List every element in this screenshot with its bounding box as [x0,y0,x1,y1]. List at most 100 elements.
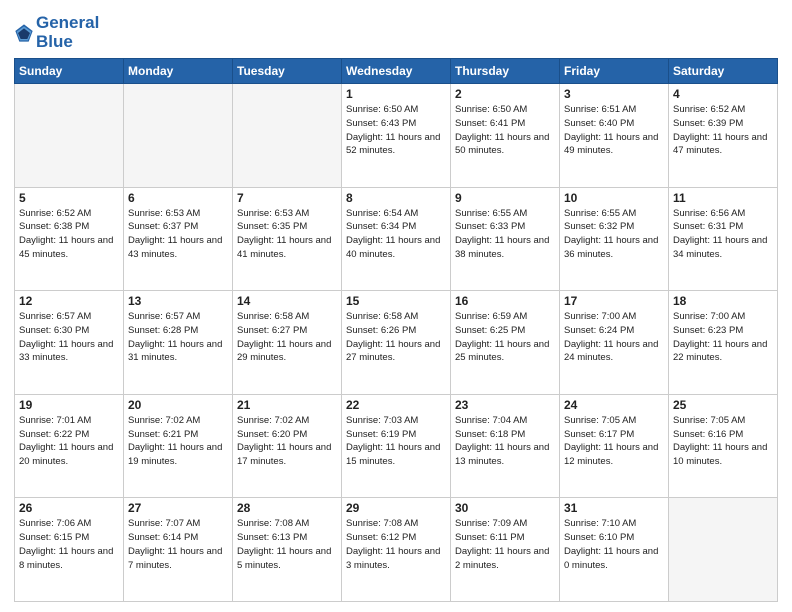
calendar-cell [124,84,233,188]
logo: General Blue [14,14,99,52]
day-number: 7 [237,191,337,205]
day-number: 25 [673,398,773,412]
calendar-cell: 1 Sunrise: 6:50 AMSunset: 6:43 PMDaylight… [342,84,451,188]
day-info: Sunrise: 7:00 AMSunset: 6:24 PMDaylight:… [564,310,664,365]
day-number: 20 [128,398,228,412]
day-info: Sunrise: 6:58 AMSunset: 6:27 PMDaylight:… [237,310,337,365]
weekday-header-monday: Monday [124,59,233,84]
calendar-cell: 13Sunrise: 6:57 AMSunset: 6:28 PMDayligh… [124,291,233,395]
calendar-week-2: 5 Sunrise: 6:52 AMSunset: 6:38 PMDaylight… [15,187,778,291]
calendar-cell: 28 Sunrise: 7:08 AMSunset: 6:13 PMDayligh… [233,498,342,602]
day-number: 6 [128,191,228,205]
calendar-cell [15,84,124,188]
day-number: 30 [455,501,555,515]
calendar-cell: 16 Sunrise: 6:59 AMSunset: 6:25 PMDayligh… [451,291,560,395]
day-info: Sunrise: 7:06 AMSunset: 6:15 PMDaylight:… [19,517,119,572]
weekday-header-tuesday: Tuesday [233,59,342,84]
day-number: 16 [455,294,555,308]
header: General Blue [14,10,778,52]
day-info: Sunrise: 7:10 AMSunset: 6:10 PMDaylight:… [564,517,664,572]
weekday-header-saturday: Saturday [669,59,778,84]
day-info: Sunrise: 7:00 AMSunset: 6:23 PMDaylight:… [673,310,773,365]
calendar-table: SundayMondayTuesdayWednesdayThursdayFrid… [14,58,778,602]
calendar-cell [669,498,778,602]
calendar-page: General Blue SundayMondayTuesdayWednesda… [0,0,792,612]
weekday-header-friday: Friday [560,59,669,84]
day-info: Sunrise: 6:53 AMSunset: 6:37 PMDaylight:… [128,207,228,262]
calendar-cell: 31 Sunrise: 7:10 AMSunset: 6:10 PMDayligh… [560,498,669,602]
logo-icon [14,23,34,43]
day-info: Sunrise: 6:58 AMSunset: 6:26 PMDaylight:… [346,310,446,365]
day-number: 12 [19,294,119,308]
day-info: Sunrise: 6:53 AMSunset: 6:35 PMDaylight:… [237,207,337,262]
calendar-cell: 12 Sunrise: 6:57 AMSunset: 6:30 PMDayligh… [15,291,124,395]
day-number: 24 [564,398,664,412]
day-info: Sunrise: 6:57 AMSunset: 6:28 PMDaylight:… [128,310,228,365]
day-info: Sunrise: 6:54 AMSunset: 6:34 PMDaylight:… [346,207,446,262]
calendar-cell: 24 Sunrise: 7:05 AMSunset: 6:17 PMDayligh… [560,394,669,498]
day-info: Sunrise: 6:59 AMSunset: 6:25 PMDaylight:… [455,310,555,365]
day-number: 4 [673,87,773,101]
calendar-cell: 9 Sunrise: 6:55 AMSunset: 6:33 PMDaylight… [451,187,560,291]
calendar-cell: 8 Sunrise: 6:54 AMSunset: 6:34 PMDaylight… [342,187,451,291]
calendar-cell: 23 Sunrise: 7:04 AMSunset: 6:18 PMDayligh… [451,394,560,498]
day-number: 17 [564,294,664,308]
day-number: 3 [564,87,664,101]
calendar-cell [233,84,342,188]
day-info: Sunrise: 6:52 AMSunset: 6:38 PMDaylight:… [19,207,119,262]
day-info: Sunrise: 6:55 AMSunset: 6:32 PMDaylight:… [564,207,664,262]
calendar-cell: 11Sunrise: 6:56 AMSunset: 6:31 PMDayligh… [669,187,778,291]
day-number: 27 [128,501,228,515]
calendar-cell: 18Sunrise: 7:00 AMSunset: 6:23 PMDayligh… [669,291,778,395]
day-info: Sunrise: 7:01 AMSunset: 6:22 PMDaylight:… [19,414,119,469]
weekday-header-sunday: Sunday [15,59,124,84]
weekday-header-thursday: Thursday [451,59,560,84]
calendar-cell: 7 Sunrise: 6:53 AMSunset: 6:35 PMDaylight… [233,187,342,291]
day-number: 21 [237,398,337,412]
day-number: 1 [346,87,446,101]
day-info: Sunrise: 6:50 AMSunset: 6:43 PMDaylight:… [346,103,446,158]
day-number: 8 [346,191,446,205]
day-info: Sunrise: 6:52 AMSunset: 6:39 PMDaylight:… [673,103,773,158]
calendar-cell: 10 Sunrise: 6:55 AMSunset: 6:32 PMDayligh… [560,187,669,291]
day-info: Sunrise: 6:57 AMSunset: 6:30 PMDaylight:… [19,310,119,365]
calendar-cell: 27Sunrise: 7:07 AMSunset: 6:14 PMDayligh… [124,498,233,602]
weekday-header-row: SundayMondayTuesdayWednesdayThursdayFrid… [15,59,778,84]
calendar-cell: 25 Sunrise: 7:05 AMSunset: 6:16 PMDayligh… [669,394,778,498]
day-number: 19 [19,398,119,412]
calendar-cell: 3Sunrise: 6:51 AMSunset: 6:40 PMDaylight… [560,84,669,188]
day-info: Sunrise: 7:04 AMSunset: 6:18 PMDaylight:… [455,414,555,469]
day-number: 14 [237,294,337,308]
day-info: Sunrise: 7:08 AMSunset: 6:12 PMDaylight:… [346,517,446,572]
calendar-cell: 5 Sunrise: 6:52 AMSunset: 6:38 PMDaylight… [15,187,124,291]
calendar-week-4: 19 Sunrise: 7:01 AMSunset: 6:22 PMDayligh… [15,394,778,498]
calendar-week-3: 12 Sunrise: 6:57 AMSunset: 6:30 PMDayligh… [15,291,778,395]
day-number: 22 [346,398,446,412]
calendar-cell: 21Sunrise: 7:02 AMSunset: 6:20 PMDayligh… [233,394,342,498]
day-info: Sunrise: 7:05 AMSunset: 6:17 PMDaylight:… [564,414,664,469]
day-info: Sunrise: 6:55 AMSunset: 6:33 PMDaylight:… [455,207,555,262]
day-number: 15 [346,294,446,308]
calendar-cell: 2 Sunrise: 6:50 AMSunset: 6:41 PMDaylight… [451,84,560,188]
day-info: Sunrise: 7:05 AMSunset: 6:16 PMDaylight:… [673,414,773,469]
day-number: 10 [564,191,664,205]
calendar-cell: 6 Sunrise: 6:53 AMSunset: 6:37 PMDaylight… [124,187,233,291]
day-number: 5 [19,191,119,205]
calendar-cell: 14 Sunrise: 6:58 AMSunset: 6:27 PMDayligh… [233,291,342,395]
calendar-week-1: 1 Sunrise: 6:50 AMSunset: 6:43 PMDaylight… [15,84,778,188]
calendar-cell: 19 Sunrise: 7:01 AMSunset: 6:22 PMDayligh… [15,394,124,498]
calendar-cell: 29Sunrise: 7:08 AMSunset: 6:12 PMDayligh… [342,498,451,602]
day-number: 31 [564,501,664,515]
day-number: 23 [455,398,555,412]
day-info: Sunrise: 6:56 AMSunset: 6:31 PMDaylight:… [673,207,773,262]
day-number: 9 [455,191,555,205]
calendar-cell: 30 Sunrise: 7:09 AMSunset: 6:11 PMDayligh… [451,498,560,602]
calendar-cell: 17 Sunrise: 7:00 AMSunset: 6:24 PMDayligh… [560,291,669,395]
weekday-header-wednesday: Wednesday [342,59,451,84]
day-number: 2 [455,87,555,101]
day-info: Sunrise: 7:08 AMSunset: 6:13 PMDaylight:… [237,517,337,572]
day-info: Sunrise: 7:02 AMSunset: 6:21 PMDaylight:… [128,414,228,469]
day-number: 28 [237,501,337,515]
day-info: Sunrise: 6:50 AMSunset: 6:41 PMDaylight:… [455,103,555,158]
day-info: Sunrise: 7:09 AMSunset: 6:11 PMDaylight:… [455,517,555,572]
